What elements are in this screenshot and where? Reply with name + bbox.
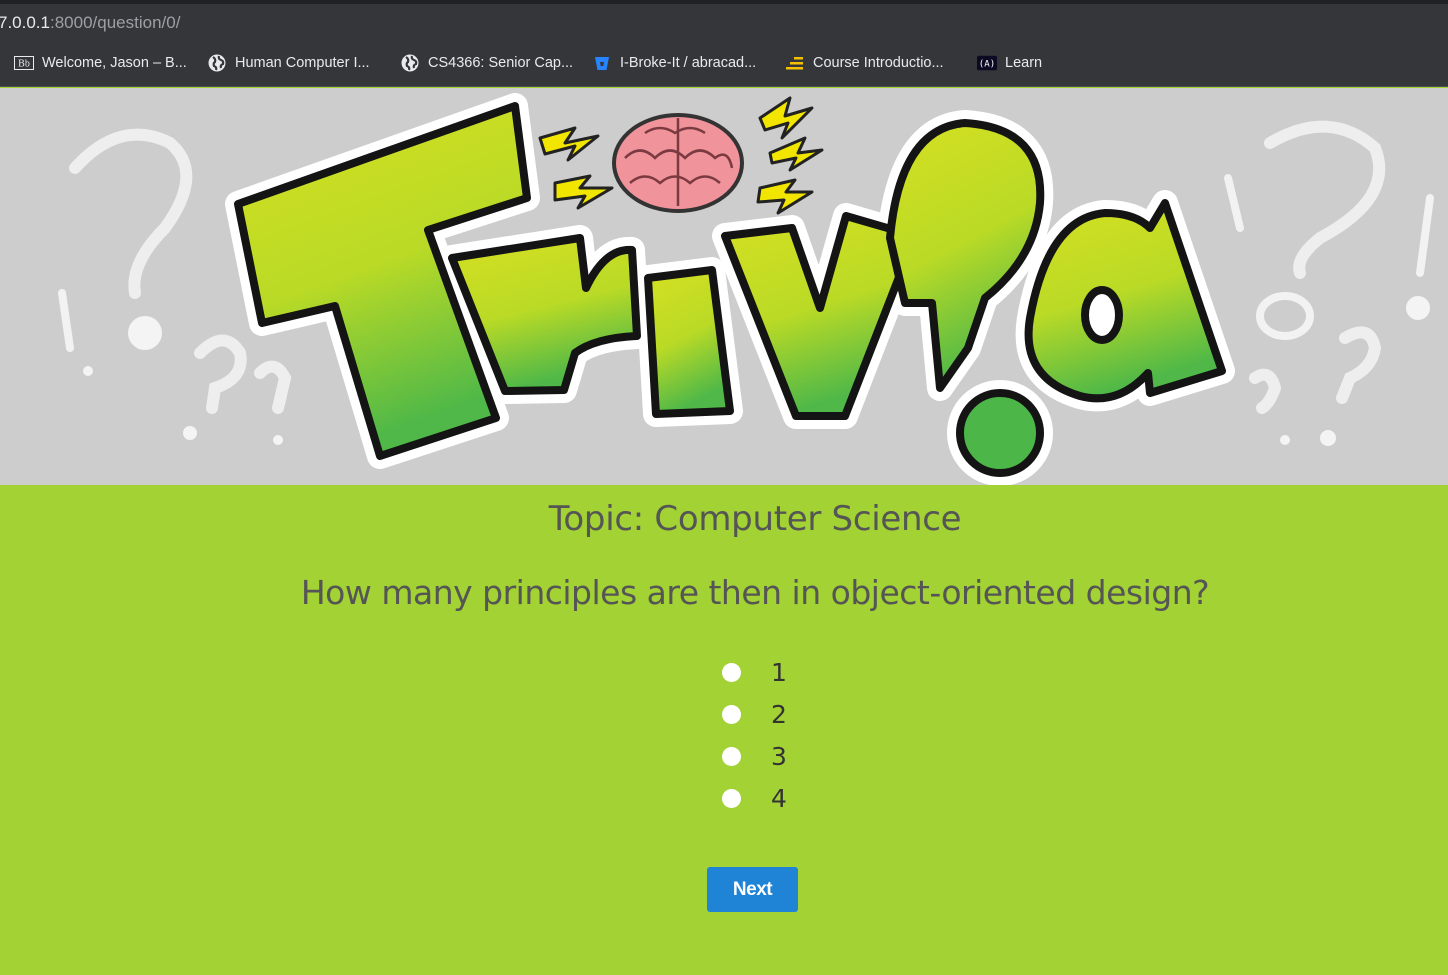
url-text[interactable]: 7.0.0.1:8000/question/0/ — [0, 13, 180, 33]
radio-button[interactable] — [722, 662, 741, 682]
bookmark-label: Learn — [1005, 55, 1043, 71]
bookmark-i-broke-it[interactable]: I-Broke-It / abracad... — [592, 52, 756, 74]
topic-heading: Topic: Computer Science — [548, 499, 962, 539]
answer-option-4[interactable]: 4 — [722, 777, 787, 819]
bars-icon — [785, 53, 805, 73]
quiz-panel: Topic: Computer Science How many princip… — [0, 485, 1448, 975]
option-label: 4 — [771, 783, 787, 813]
bookmark-label: CS4366: Senior Cap... — [428, 55, 574, 71]
bookmark-learn[interactable]: (A) Learn — [977, 52, 1042, 74]
bookmark-course-introduction[interactable]: Course Introductio... — [785, 52, 944, 74]
next-button[interactable]: Next — [707, 867, 798, 912]
answer-options: 1 2 3 4 — [722, 651, 787, 819]
bookmark-cs4366[interactable]: CS4366: Senior Cap... — [400, 52, 573, 74]
bookmark-label: Human Computer I... — [235, 55, 370, 71]
address-bar[interactable]: 7.0.0.1:8000/question/0/ — [0, 4, 1448, 41]
trivia-logo — [58, 93, 1434, 485]
radio-button[interactable] — [722, 704, 741, 724]
question-text: How many principles are then in object-o… — [300, 573, 1210, 612]
blackboard-icon: Bb — [14, 53, 34, 73]
answer-option-1[interactable]: 1 — [722, 651, 787, 693]
bookmark-label: Course Introductio... — [813, 55, 944, 71]
url-path: :8000/question/0/ — [50, 13, 181, 32]
url-host: 7.0.0.1 — [0, 13, 50, 32]
option-label: 2 — [771, 699, 787, 729]
svg-text:(A): (A) — [979, 60, 995, 70]
option-label: 3 — [771, 741, 787, 771]
radio-button[interactable] — [722, 788, 741, 808]
bookmarks-bar: Bb Welcome, Jason – B... Human Computer … — [0, 41, 1448, 87]
globe-icon — [400, 53, 420, 73]
bookmark-label: Welcome, Jason – B... — [42, 55, 187, 71]
bookmark-human-computer[interactable]: Human Computer I... — [207, 52, 370, 74]
bitbucket-icon — [592, 53, 612, 73]
bookmark-label: I-Broke-It / abracad... — [620, 55, 757, 71]
option-label: 1 — [771, 657, 787, 687]
answer-option-2[interactable]: 2 — [722, 693, 787, 735]
radio-button[interactable] — [722, 746, 741, 766]
globe-icon — [207, 53, 227, 73]
bookmark-welcome[interactable]: Bb Welcome, Jason – B... — [14, 52, 187, 74]
trivia-banner — [0, 88, 1448, 485]
freecodecamp-icon: (A) — [977, 53, 997, 73]
answer-option-3[interactable]: 3 — [722, 735, 787, 777]
svg-text:Bb: Bb — [18, 59, 30, 70]
brain-icon — [612, 113, 744, 213]
